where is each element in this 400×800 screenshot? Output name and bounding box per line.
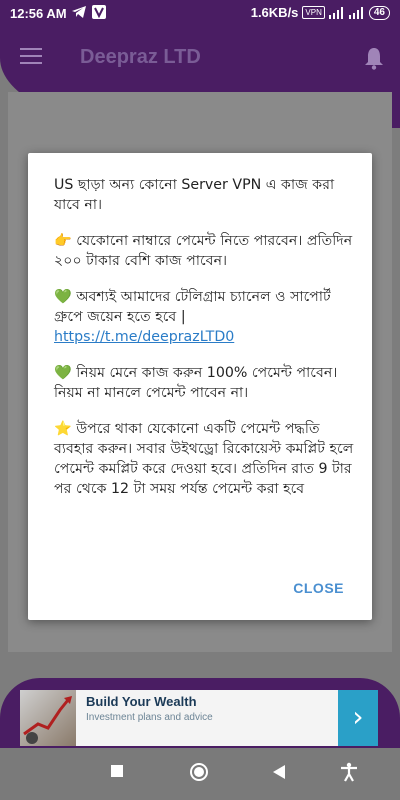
dialog-message: US ছাড়া অন্য কোনো Server VPN এ কাজ করা … [54,175,354,515]
notice-paragraph-2: 👉 যেকোনো নাম্বারে পেমেন্ট নিতে পারবেন। প… [54,231,354,271]
notice-text-4: নিয়ম মেনে কাজ করুন 100% পেমেন্ট পাবেন। … [54,365,338,401]
notification-icons [72,5,106,19]
recents-icon[interactable] [110,764,124,778]
battery-indicator: 46 [368,5,390,20]
vpn-badge: VPN [302,6,325,19]
bell-icon[interactable] [364,46,384,70]
v-app-icon [92,5,106,19]
notice-paragraph-5: ⭐ উপরে থাকা যেকোনো একটি পেমেন্ট পদ্ধতি ব… [54,419,354,499]
telegram-link[interactable]: https://t.me/deeprazLTD0 [54,329,234,345]
pointing-hand-icon: 👉 [54,233,72,249]
ad-image [20,690,76,746]
accessibility-icon[interactable] [340,762,358,782]
navigation-bar [0,748,400,800]
notice-paragraph-3: 💚 অবশ্যই আমাদের টেলিগ্রাম চ্যানেল ও সাপো… [54,287,354,347]
notice-dialog: US ছাড়া অন্য কোনো Server VPN এ কাজ করা … [28,153,372,620]
green-heart-icon: 💚 [54,365,72,381]
ad-subtitle: Investment plans and advice [86,712,213,723]
status-right: 1.6KB/s VPN 46 [251,5,390,20]
growth-chart-icon [23,696,72,744]
signal-icon [328,6,343,19]
notice-text-3: অবশ্যই আমাদের টেলিগ্রাম চ্যানেল ও সাপোর্… [54,289,331,325]
signal-2-icon [348,6,363,19]
star-icon: ⭐ [54,421,72,437]
telegram-icon [72,6,86,18]
ad-title: Build Your Wealth [86,694,197,709]
ad-arrow-button[interactable]: › [338,690,378,746]
notice-text-2: যেকোনো নাম্বারে পেমেন্ট নিতে পারবেন। প্র… [54,233,353,269]
notice-paragraph-1: US ছাড়া অন্য কোনো Server VPN এ কাজ করা … [54,177,335,213]
notice-paragraph-4: 💚 নিয়ম মেনে কাজ করুন 100% পেমেন্ট পাবেন… [54,363,354,403]
status-bar: 12:56 AM 1.6KB/s VPN 46 [0,0,400,28]
network-speed: 1.6KB/s [250,5,299,20]
notice-text-5: উপরে থাকা যেকোনো একটি পেমেন্ট পদ্ধতি ব্য… [54,421,354,497]
close-button[interactable]: CLOSE [293,580,344,596]
ad-banner[interactable]: Build Your Wealth Investment plans and a… [20,690,378,746]
green-heart-icon: 💚 [54,289,72,305]
menu-icon[interactable] [20,48,42,66]
status-time: 12:56 AM [10,6,67,21]
home-icon[interactable] [189,762,209,782]
page-title: Deepraz LTD [80,46,201,68]
back-icon[interactable] [272,764,286,780]
